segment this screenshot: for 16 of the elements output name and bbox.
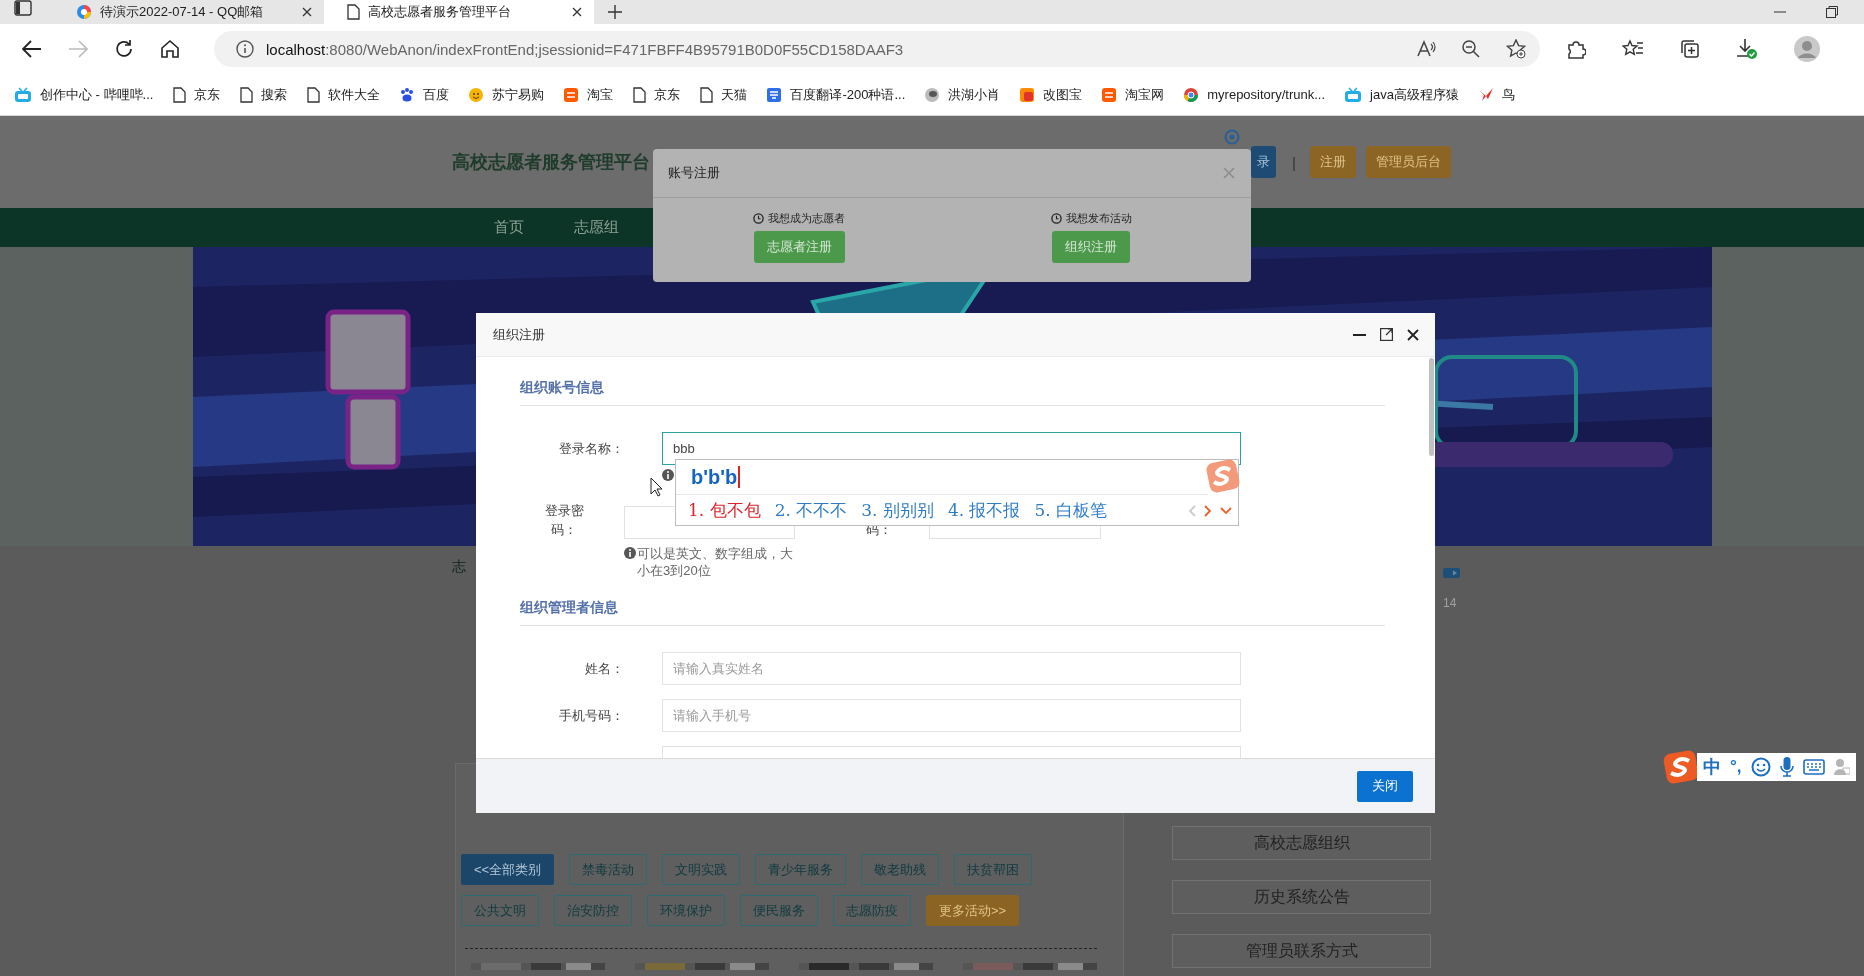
field-label: 登录名称： (559, 440, 624, 456)
field-label: 姓名： (585, 660, 624, 676)
option-hint: 我想发布活动 (1065, 211, 1132, 226)
site-title: 高校志愿者服务管理平台 (452, 151, 650, 174)
section-heading: 组织管理者信息 (520, 599, 1385, 626)
option-hint: 我想成为志愿者 (768, 211, 845, 226)
section-heading: 组织账号信息 (520, 379, 1385, 406)
dialog-title: 组织注册 (493, 325, 545, 344)
composition-text: b'b'b (691, 466, 741, 488)
separator-text: | (1292, 153, 1296, 171)
address-text: localhost:8080/WebAnon/indexFrontEnd;jsessionid=F471FBFF4B95791B0D0F55CD158DAAF3 (266, 40, 905, 58)
dialog-title: 账号注册 (668, 164, 720, 182)
date-text: 14 (1443, 596, 1458, 610)
field-label: 登录密码： (543, 502, 585, 539)
hint-text: 可以是英文、数字组成，大小在3到20位 (637, 545, 794, 579)
field-label: 手机号码： (559, 707, 624, 723)
